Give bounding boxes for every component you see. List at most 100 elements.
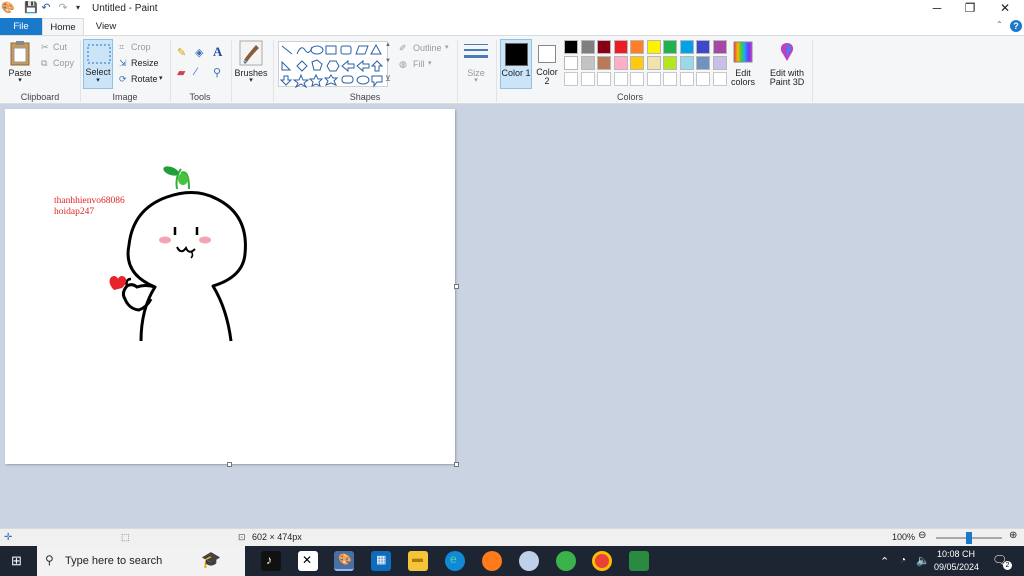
fill-button[interactable]: Fill	[413, 59, 425, 69]
canvas-resize-handle-right[interactable]	[454, 284, 459, 289]
cut-button[interactable]: Cut	[53, 42, 67, 52]
palette-swatch[interactable]	[630, 56, 644, 70]
pencil-icon[interactable]: ✎	[177, 46, 186, 59]
custom-color-slot[interactable]	[613, 72, 628, 86]
clock-date[interactable]: 09/05/2024	[934, 562, 979, 572]
palette-swatch[interactable]	[646, 56, 661, 70]
resize-button[interactable]: Resize	[131, 58, 159, 68]
microsoft-store-icon[interactable]: ▦	[371, 551, 391, 571]
ribbon-collapse-icon[interactable]: ⌃	[996, 20, 1003, 29]
tray-chevron-icon[interactable]: ⌃	[880, 555, 889, 568]
palette-swatch[interactable]	[597, 56, 611, 70]
custom-color-slot[interactable]	[630, 72, 644, 86]
palette-swatch[interactable]	[679, 40, 694, 54]
color2-button[interactable]: Color 2	[535, 39, 561, 89]
shapes-scroll-up-icon[interactable]: ▲	[385, 42, 391, 48]
title-bar: 🎨 💾 ↶ ↷ ▾ Untitled - Paint ─ ❐ ✕	[0, 0, 1024, 18]
quick-access-dropdown-icon[interactable]: ▾	[72, 2, 84, 14]
copy-button[interactable]: Copy	[53, 58, 74, 68]
network-icon[interactable]: ◔	[900, 555, 906, 566]
palette-swatch[interactable]	[663, 40, 677, 54]
colors-group-label: Colors	[616, 92, 643, 102]
paste-dropdown-icon[interactable]: ▾	[4, 76, 36, 84]
text-icon[interactable]: A	[213, 44, 222, 60]
app-green-icon[interactable]	[556, 551, 576, 571]
palette-swatch[interactable]	[597, 40, 611, 54]
paint-app-icon[interactable]: 🎨	[1, 2, 15, 14]
select-button[interactable]: Select ▾	[83, 39, 113, 89]
fill-bucket-icon[interactable]: ◈	[195, 46, 203, 59]
magnifier-icon[interactable]: ⚲	[213, 66, 221, 79]
palette-swatch[interactable]	[580, 56, 595, 70]
save-icon[interactable]: 💾	[24, 2, 38, 14]
search-placeholder: Type here to search	[65, 555, 163, 567]
brushes-dropdown-icon[interactable]: ▾	[232, 76, 270, 84]
tiktok-icon[interactable]: ♪	[261, 551, 281, 571]
eraser-icon[interactable]: ▰	[177, 66, 185, 79]
chrome-icon[interactable]	[592, 551, 612, 571]
canvas-resize-handle-corner[interactable]	[454, 462, 459, 467]
clock-time[interactable]: 10:08 CH	[937, 549, 975, 559]
shapes-gallery[interactable]	[278, 41, 388, 89]
tab-file[interactable]: File	[0, 18, 42, 35]
zoom-slider-thumb[interactable]	[966, 532, 972, 544]
palette-swatch[interactable]	[646, 40, 661, 54]
custom-color-slot[interactable]	[580, 72, 595, 86]
palette-swatch[interactable]	[564, 40, 578, 54]
shapes-scroll-down-icon[interactable]: ▼	[385, 58, 391, 64]
palette-swatch[interactable]	[663, 56, 677, 70]
custom-color-slot[interactable]	[712, 72, 727, 86]
firefox-icon[interactable]	[482, 551, 502, 571]
palette-swatch[interactable]	[712, 40, 727, 54]
canvas-resize-handle-bottom[interactable]	[227, 462, 232, 467]
palette-swatch[interactable]	[679, 56, 694, 70]
edit-paint3d-button[interactable]	[776, 41, 798, 63]
rotate-dropdown-icon[interactable]: ▾	[159, 74, 163, 82]
undo-icon[interactable]: ↶	[40, 2, 52, 14]
shapes-expand-icon[interactable]: ⊻	[385, 74, 391, 83]
taskbar-search-box[interactable]: ⚲ Type here to search 🎓	[37, 546, 245, 576]
volume-icon[interactable]: 🔈	[916, 554, 930, 567]
custom-color-slot[interactable]	[663, 72, 677, 86]
custom-color-slot[interactable]	[597, 72, 611, 86]
palette-swatch[interactable]	[630, 40, 644, 54]
palette-swatch[interactable]	[696, 40, 710, 54]
file-explorer-icon[interactable]: ▬	[408, 551, 428, 571]
capcut-icon[interactable]: ✕	[298, 551, 318, 571]
custom-color-slot[interactable]	[646, 72, 661, 86]
crop-button[interactable]: Crop	[131, 42, 151, 52]
maximize-button[interactable]: ❐	[953, 0, 987, 18]
windows-start-icon[interactable]: ⊞	[11, 553, 22, 569]
outline-button[interactable]: Outline	[413, 43, 442, 53]
color-picker-icon[interactable]: ⁄	[195, 66, 197, 78]
rotate-button[interactable]: Rotate	[131, 74, 158, 84]
edit-colors-button[interactable]	[733, 41, 753, 63]
close-button[interactable]: ✕	[988, 0, 1022, 18]
zoom-out-icon[interactable]: ⊖	[918, 530, 926, 541]
custom-color-slot[interactable]	[696, 72, 710, 86]
paste-button[interactable]	[9, 40, 31, 66]
help-icon[interactable]: ?	[1010, 20, 1022, 32]
zoom-in-icon[interactable]: ⊕	[1009, 530, 1017, 541]
tab-view[interactable]: View	[86, 18, 126, 35]
palette-swatch[interactable]	[696, 56, 710, 70]
paint-taskbar-icon[interactable]: 🎨	[334, 551, 354, 571]
palette-swatch[interactable]	[613, 56, 628, 70]
palette-swatch[interactable]	[712, 56, 727, 70]
size-button[interactable]	[464, 43, 488, 63]
minimize-button[interactable]: ─	[920, 0, 954, 18]
tab-home[interactable]: Home	[42, 18, 84, 35]
redo-icon[interactable]: ↷	[57, 2, 69, 14]
paint-green-icon[interactable]	[629, 551, 649, 571]
palette-swatch[interactable]	[580, 40, 595, 54]
custom-color-slot[interactable]	[564, 72, 578, 86]
zoom-slider[interactable]	[936, 532, 1002, 544]
edge-icon[interactable]: e	[445, 551, 465, 571]
color1-button[interactable]: Color 1	[500, 39, 532, 89]
custom-color-slot[interactable]	[679, 72, 694, 86]
app-icon[interactable]	[519, 551, 539, 571]
palette-swatch[interactable]	[564, 56, 578, 70]
drawing-canvas[interactable]: thanhhienvo68086 hoidap247	[5, 109, 455, 464]
palette-swatch[interactable]	[613, 40, 628, 54]
brushes-button[interactable]	[239, 40, 263, 66]
